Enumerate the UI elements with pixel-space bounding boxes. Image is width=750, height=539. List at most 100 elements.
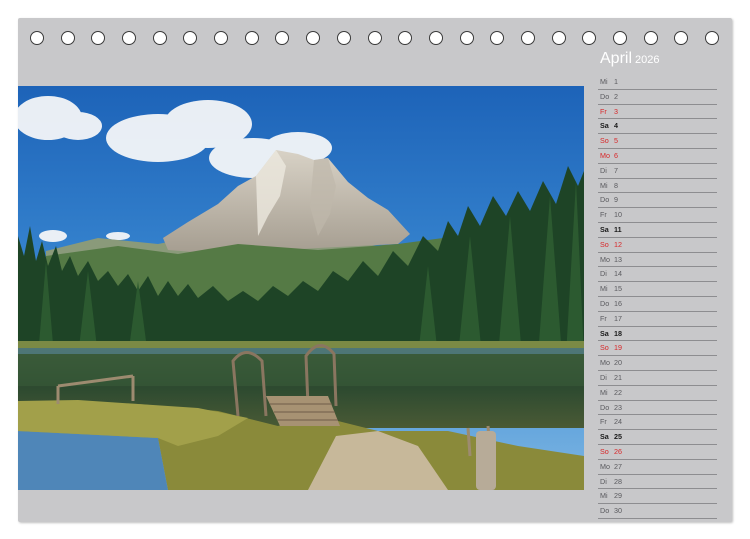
binding-hole [705,31,719,45]
day-name: Fr [600,210,607,220]
binding-hole [520,31,535,45]
day-number: 21 [614,372,622,382]
day-row: Do 23 [598,401,717,416]
day-name: Fr [600,313,607,323]
day-row: Sa 25 [598,430,717,445]
binding-hole [60,31,75,45]
binding-hole [30,31,44,45]
day-row: Do 16 [598,297,717,312]
day-number: 6 [614,150,618,160]
day-number: 2 [614,91,618,101]
day-name: Mo [600,150,610,160]
day-name: Di [600,372,607,382]
day-name: Mi [600,180,608,190]
day-name: So [600,136,609,146]
binding-hole [183,31,198,45]
day-row: Sa 18 [598,327,717,342]
day-number: 3 [614,106,618,116]
day-number: 25 [614,432,622,442]
day-number: 15 [614,284,622,294]
landscape-photo [18,86,584,490]
day-row: Di 21 [598,371,717,386]
day-row: Mi 22 [598,386,717,401]
day-row: Mo 13 [598,253,717,268]
binding-hole [214,31,229,45]
day-row: So 26 [598,445,717,460]
day-name: Fr [600,417,607,427]
binding-hole [306,31,321,45]
binding-hole [275,31,290,45]
day-row: Di 14 [598,267,717,283]
day-row: Mo 20 [598,356,717,371]
mountain-lake-image [18,86,584,490]
day-number: 1 [614,77,618,86]
day-number: 12 [614,239,622,249]
day-row: Fr 10 [598,208,717,223]
day-number: 17 [614,313,622,323]
day-row: Do 9 [598,193,717,209]
month-header: April 2026 [600,50,720,70]
binding-hole [244,31,259,45]
binding-hole [367,31,382,45]
day-row: Mi 15 [598,282,717,297]
day-row: Fr 24 [598,415,717,431]
day-name: Do [600,506,610,516]
day-number: 27 [614,461,622,471]
day-name: Di [600,165,607,175]
day-number: 24 [614,417,622,427]
binding-hole [428,31,443,45]
day-name: Di [600,269,607,279]
day-row: Mo 27 [598,460,717,475]
binding-hole [91,31,106,45]
binding-hole [643,31,658,45]
day-name: Do [600,195,610,205]
day-row: Mi 8 [598,179,717,194]
day-number: 5 [614,136,618,146]
day-name: Do [600,91,610,101]
day-number: 14 [614,269,622,279]
day-name: Mo [600,254,610,264]
day-name: Mo [600,358,610,368]
binding-hole [612,31,627,45]
month-name: April [600,50,633,67]
binding-hole [152,31,167,45]
day-name: Mi [600,491,608,501]
day-row: Fr 3 [598,105,717,120]
day-number: 26 [614,446,622,456]
day-row: Sa 4 [598,119,717,135]
day-name: Di [600,476,607,486]
binding-hole [122,31,137,45]
day-row: Sa 11 [598,223,717,238]
day-row: Do 2 [598,90,717,105]
day-row: Di 7 [598,164,717,179]
day-number: 29 [614,491,622,501]
day-number: 11 [614,224,622,234]
binding-hole [398,31,413,45]
day-name: Mo [600,461,610,471]
binding-hole [459,31,474,45]
day-number: 28 [614,476,622,486]
day-number: 30 [614,506,622,516]
day-name: Do [600,298,610,308]
binding-hole [674,31,689,45]
day-number: 16 [614,298,622,308]
day-name: So [600,343,609,353]
day-name: Mi [600,387,608,397]
day-name: Mi [600,77,608,86]
binding-hole [582,31,597,45]
day-name: Do [600,402,610,412]
binding-hole [551,31,566,45]
day-name: Sa [600,224,609,234]
day-row: Mi 1 [598,75,717,90]
day-name: So [600,239,609,249]
day-number: 13 [614,254,622,264]
binding-hole [336,31,351,45]
day-number: 19 [614,343,622,353]
binding-hole [490,31,505,45]
day-name: Sa [600,328,609,338]
day-number: 23 [614,402,622,412]
day-list: Mi 1 Do 2 Fr 3 Sa 4 So 5 Mo 6 Di 7 Mi 8 Do 9 Fr 10 Sa 11 So 12 M… [598,75,717,519]
day-number: 9 [614,195,618,205]
day-row: Fr 17 [598,312,717,327]
day-name: So [600,446,609,456]
